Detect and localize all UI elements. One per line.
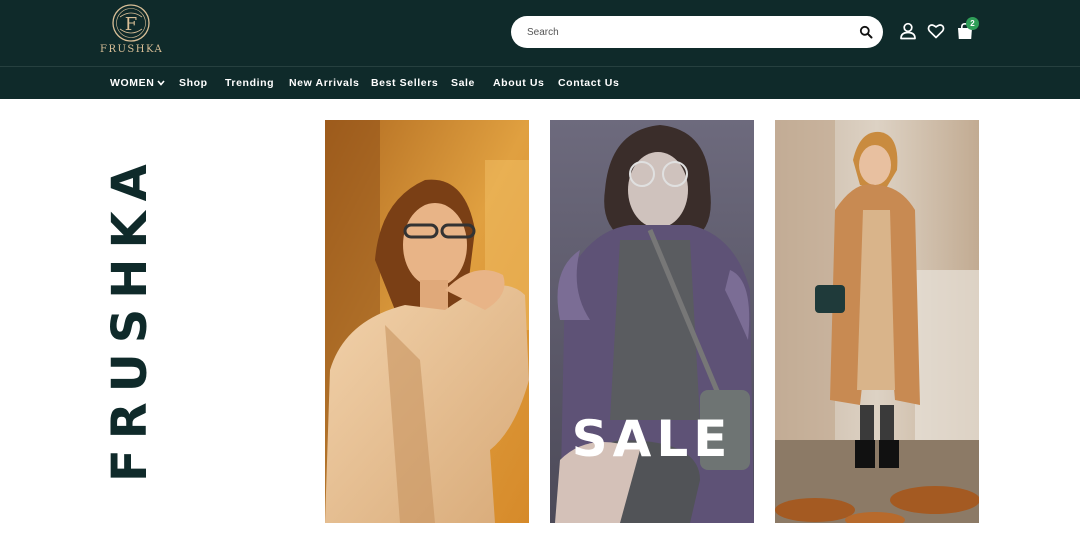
search-icon[interactable] (859, 25, 873, 39)
logo-monogram: F (125, 14, 138, 35)
cart-count-badge: 2 (966, 17, 979, 30)
nav-item-about-us[interactable]: About Us (493, 67, 544, 99)
nav-item-trending[interactable]: Trending (225, 67, 274, 99)
brand-monogram-logo: F (112, 4, 150, 42)
woman-in-fur-jacket-photo[interactable]: SALE (550, 120, 754, 523)
nav-item-women[interactable]: WOMEN (110, 67, 166, 99)
chevron-down-icon (157, 80, 166, 86)
brand-vertical-title: FRUSHKA (102, 154, 158, 482)
nav-item-best-sellers[interactable]: Best Sellers (371, 67, 438, 99)
nav-item-contact-us[interactable]: Contact Us (558, 67, 619, 99)
nav-item-sale[interactable]: Sale (451, 67, 475, 99)
top-header: F FRUSHKA 2 (0, 0, 1080, 66)
user-icon[interactable] (899, 22, 917, 40)
sale-overlay-text: SALE (571, 410, 733, 468)
nav-item-label: WOMEN (110, 77, 155, 89)
brand-vertical-text: FRUSHKA (102, 154, 158, 482)
search-input[interactable] (527, 16, 847, 48)
woman-in-beige-coat-photo[interactable] (325, 120, 529, 523)
woman-in-camel-coat-photo[interactable] (775, 120, 979, 523)
camel-coat-illustration (775, 120, 979, 523)
beige-coat-illustration (325, 120, 529, 523)
nav-item-shop[interactable]: Shop (179, 67, 208, 99)
search-bar (511, 16, 883, 48)
main-nav: WOMEN Shop Trending New Arrivals Best Se… (0, 66, 1080, 99)
logo-text: FRUSHKA (100, 44, 164, 55)
nav-item-new-arrivals[interactable]: New Arrivals (289, 67, 359, 99)
brand-logo[interactable]: F FRUSHKA (100, 3, 162, 55)
heart-icon[interactable] (927, 22, 945, 40)
